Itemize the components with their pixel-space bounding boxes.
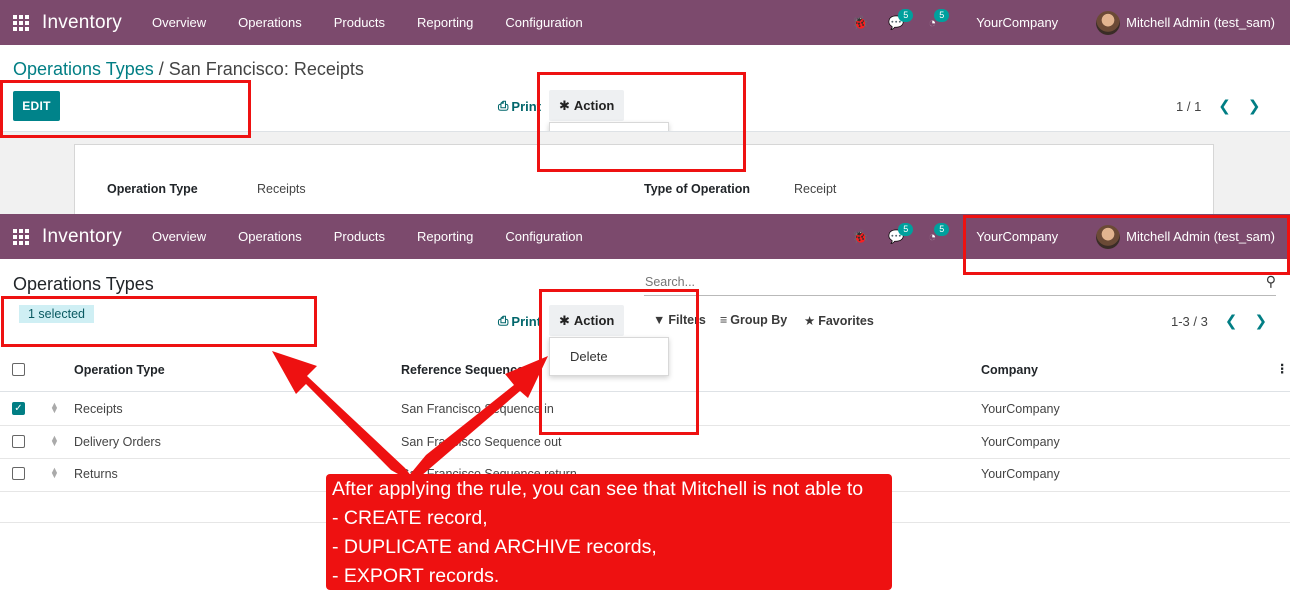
arrow-to-selected <box>272 351 419 486</box>
annotation-line: - EXPORT records. <box>332 565 500 587</box>
annotation-line: - DUPLICATE and ARCHIVE records, <box>332 536 657 558</box>
annotation-line: - CREATE record, <box>332 507 488 529</box>
annotation-line: After applying the rule, you can see tha… <box>332 478 864 500</box>
annotation-callout: After applying the rule, you can see tha… <box>326 474 892 590</box>
arrow-to-action <box>407 356 548 478</box>
